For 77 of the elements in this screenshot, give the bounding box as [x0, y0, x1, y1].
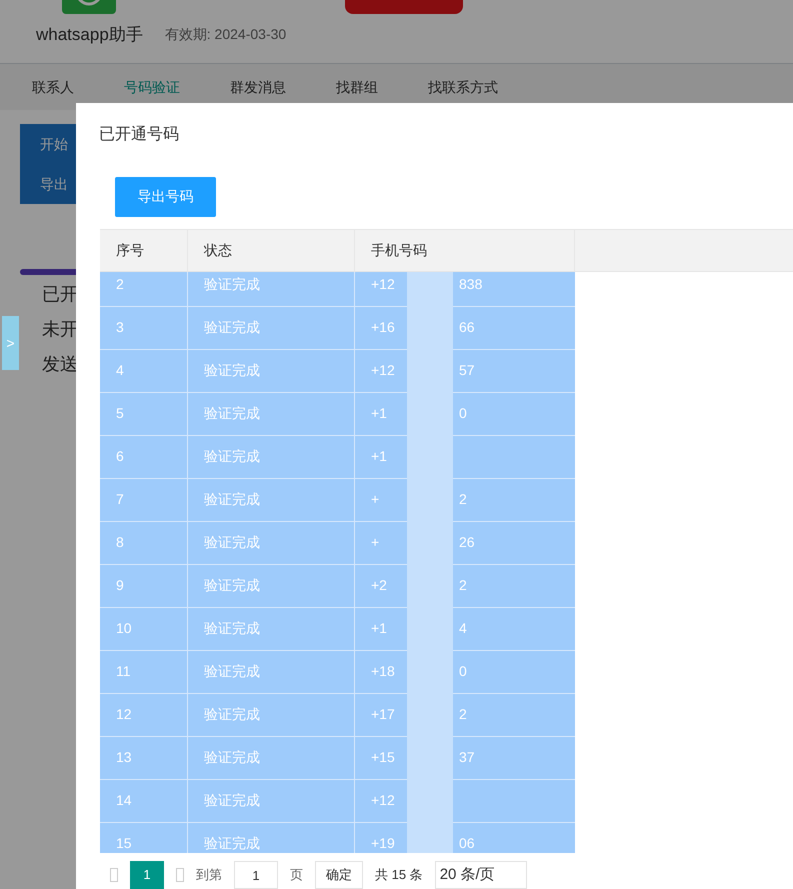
table-cell: 9 — [100, 564, 188, 607]
table-cell: 验证完成 — [188, 392, 355, 435]
table-cell: 验证完成 — [188, 608, 355, 650]
nav-tab[interactable]: 群发消息 — [230, 76, 286, 98]
app-name: whatsapp助手 — [36, 24, 143, 46]
phone-suffix: 37 — [459, 748, 475, 768]
table-cell: 验证完成 — [188, 780, 355, 822]
table-cell: 验证完成 — [188, 736, 355, 779]
phone-prefix: +12 — [371, 275, 396, 294]
column-header: 手机号码 — [355, 230, 575, 271]
prev-page-icon[interactable] — [110, 868, 118, 882]
page-size-select[interactable]: 20 条/页 — [434, 861, 527, 889]
stat-label: 未开 — [42, 318, 78, 341]
table-cell: 验证完成 — [188, 436, 355, 478]
phone-suffix: 57 — [459, 361, 475, 380]
total-count: 共 15 条 — [375, 866, 423, 884]
phone-suffix: 06 — [459, 834, 475, 853]
phone-suffix: 0 — [459, 662, 467, 682]
confirm-button[interactable]: 确定 — [315, 861, 363, 889]
table-cell: 验证完成 — [188, 564, 355, 607]
redaction-blur — [407, 272, 453, 306]
phone-suffix: 26 — [459, 533, 475, 552]
table-cell: 验证完成 — [188, 272, 355, 306]
phone-suffix: 66 — [459, 318, 475, 338]
phone-prefix: +15 — [371, 748, 396, 768]
table-cell: 验证完成 — [188, 694, 355, 736]
phone-suffix: 838 — [459, 275, 482, 294]
table-cell: 10 — [100, 608, 188, 650]
phone-prefix: +12 — [371, 361, 396, 380]
table-cell: 12 — [100, 694, 188, 736]
table-cell: 8 — [100, 522, 188, 564]
table-cell: 7 — [100, 478, 188, 521]
nav-tab[interactable]: 找联系方式 — [428, 76, 498, 98]
phone-prefix: +19 — [371, 834, 396, 853]
phone-prefix: + — [371, 533, 380, 552]
table-cell: 验证完成 — [188, 822, 355, 853]
table-cell: 验证完成 — [188, 350, 355, 392]
redaction-blur — [407, 822, 453, 853]
table-cell: 验证完成 — [188, 478, 355, 521]
goto-label: 到第 — [196, 866, 222, 884]
phone-suffix: 2 — [459, 705, 467, 724]
table-cell: 13 — [100, 736, 188, 779]
phone-suffix: 4 — [459, 619, 467, 638]
phone-suffix: 2 — [459, 576, 467, 596]
phone-prefix: +17 — [371, 705, 396, 724]
table-cell: 5 — [100, 392, 188, 435]
nav-tab[interactable]: 找群组 — [336, 76, 378, 98]
next-page-icon[interactable] — [176, 868, 184, 882]
column-header: 状态 — [188, 230, 355, 271]
table-cell: 验证完成 — [188, 650, 355, 693]
table-cell: 4 — [100, 350, 188, 392]
table-cell: 14 — [100, 780, 188, 822]
table-cell: 验证完成 — [188, 306, 355, 349]
column-header: 序号 — [100, 230, 188, 271]
phone-prefix: +12 — [371, 791, 396, 810]
page-button[interactable]: 1 — [130, 861, 164, 889]
page-unit: 页 — [290, 866, 303, 884]
export-button[interactable]: 导出号码 — [115, 177, 216, 217]
expiry-date: 有效期: 2024-03-30 — [164, 25, 286, 44]
page-input[interactable]: 1 — [234, 861, 278, 889]
phone-prefix: +1 — [371, 404, 388, 424]
phone-suffix: 0 — [459, 404, 467, 424]
table-cell: 11 — [100, 650, 188, 693]
table-cell: 验证完成 — [188, 522, 355, 564]
phone-suffix: 2 — [459, 490, 467, 510]
phone-prefix: + — [371, 490, 380, 510]
phone-prefix: +18 — [371, 662, 396, 682]
table-cell: 6 — [100, 436, 188, 478]
table-cell: 2 — [100, 272, 188, 306]
phone-prefix: +16 — [371, 318, 396, 338]
stat-label: 已开 — [42, 283, 78, 306]
nav-tab[interactable]: 联系人 — [32, 76, 74, 98]
table-cell: 3 — [100, 306, 188, 349]
stat-label: 发送 — [42, 353, 78, 376]
phone-prefix: +1 — [371, 619, 388, 638]
phone-prefix: +2 — [371, 576, 388, 596]
phone-prefix: +1 — [371, 447, 388, 466]
